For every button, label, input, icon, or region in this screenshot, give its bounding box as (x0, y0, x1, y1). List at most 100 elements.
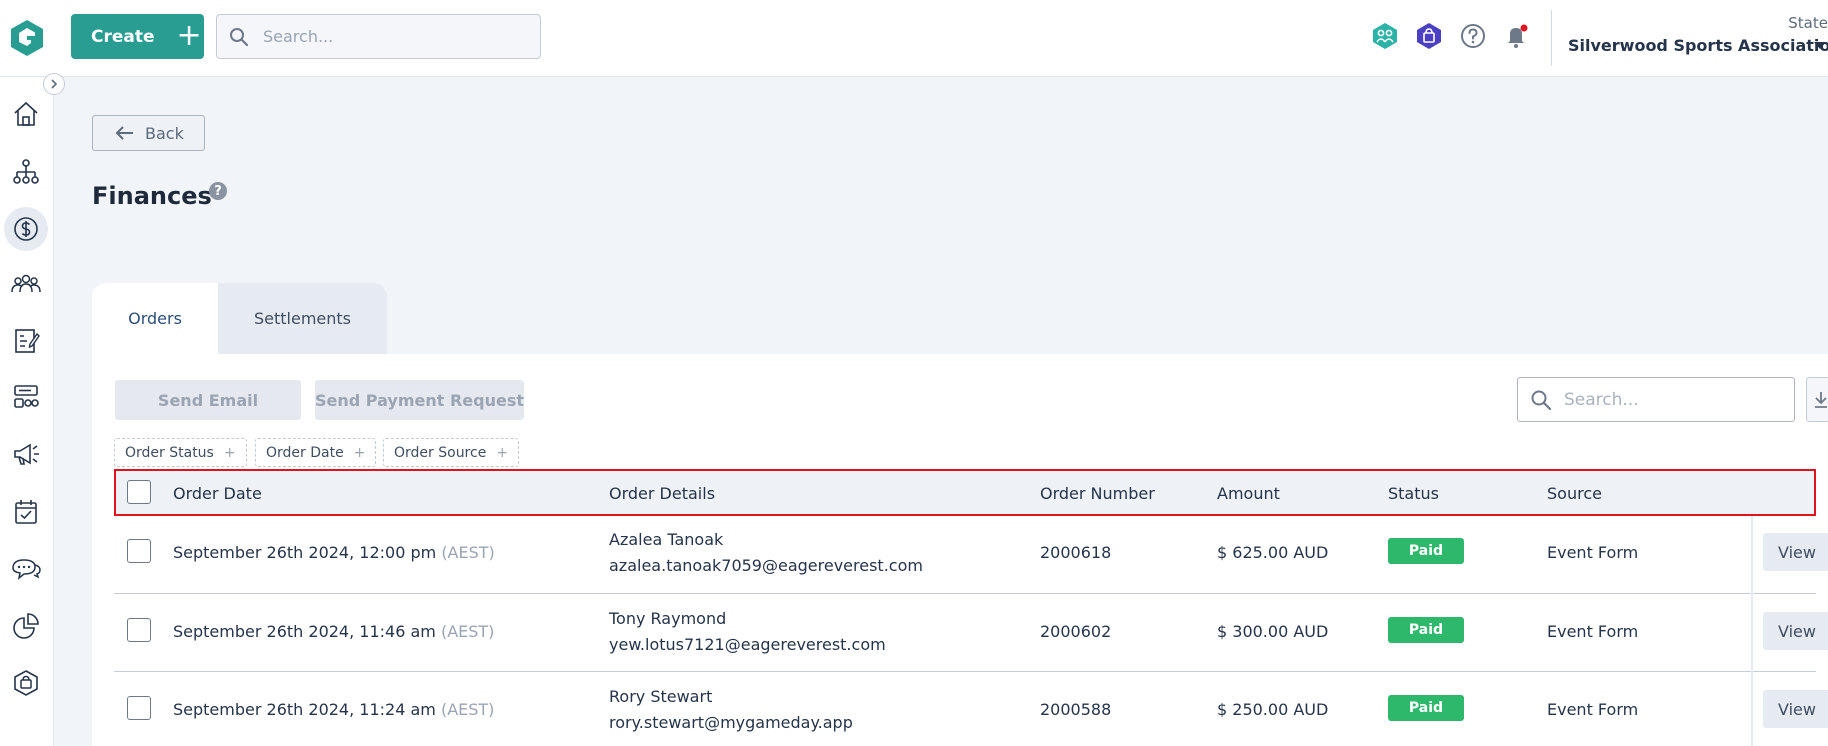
orders-search[interactable] (1517, 377, 1795, 422)
order-source: Event Form (1547, 622, 1639, 641)
teams-icon[interactable] (1370, 21, 1400, 51)
customer-email: azalea.tanoak7059@eagereverest.com (609, 556, 923, 575)
competitions-icon[interactable] (4, 375, 48, 419)
order-amount: $ 300.00 AUD (1217, 622, 1329, 641)
orders-search-input[interactable] (1564, 389, 1784, 410)
help-glyph: ? (214, 183, 222, 199)
select-all-checkbox[interactable] (127, 480, 151, 504)
view-button[interactable]: View (1763, 533, 1828, 571)
sidebar-expand-button[interactable] (43, 73, 65, 95)
column-amount[interactable]: Amount (1217, 484, 1280, 503)
plus-icon: + (176, 17, 202, 53)
finance-tabs: Orders Settlements (92, 283, 387, 354)
plus-icon: + (496, 444, 509, 461)
help-circle-icon[interactable]: ? (209, 182, 227, 200)
order-source: Event Form (1547, 700, 1639, 719)
order-date-text: September 26th 2024, 11:24 am (173, 700, 436, 719)
create-button[interactable]: Create + (71, 14, 204, 59)
customer-email: rory.stewart@mygameday.app (609, 713, 853, 732)
order-date-text: September 26th 2024, 11:46 am (173, 622, 436, 641)
bell-icon[interactable] (1502, 21, 1532, 51)
column-order-number[interactable]: Order Number (1040, 484, 1155, 503)
sidebar (0, 77, 54, 746)
chat-icon[interactable] (4, 547, 48, 591)
download-button[interactable] (1806, 377, 1828, 422)
download-icon (1815, 391, 1827, 408)
table-row: September 26th 2024, 11:24 am (AEST) Ror… (114, 672, 1828, 746)
arrow-left-icon (115, 126, 133, 140)
customer-name: Rory Stewart (609, 687, 713, 706)
filter-label: Order Status (125, 444, 214, 461)
search-icon (1531, 390, 1552, 410)
customer-name: Azalea Tanoak (609, 530, 724, 549)
order-amount: $ 625.00 AUD (1217, 543, 1329, 562)
megaphone-icon[interactable] (4, 432, 48, 476)
pie-chart-icon[interactable] (4, 604, 48, 648)
org-chart-icon[interactable] (4, 150, 48, 194)
header-divider (1551, 10, 1552, 66)
row-checkbox[interactable] (127, 539, 151, 563)
header-icons (1370, 21, 1532, 51)
column-order-date[interactable]: Order Date (173, 484, 262, 503)
shop-bag-icon[interactable] (1414, 21, 1444, 51)
global-search[interactable] (216, 14, 541, 59)
filter-order-date[interactable]: Order Date + (255, 438, 377, 467)
timezone: (AEST) (440, 622, 495, 641)
send-payment-request-button[interactable]: Send Payment Request (315, 380, 524, 420)
plus-icon: + (223, 444, 236, 461)
calendar-icon[interactable] (4, 490, 48, 534)
tab-orders[interactable]: Orders (92, 283, 218, 354)
row-checkbox[interactable] (127, 696, 151, 720)
view-button[interactable]: View (1763, 612, 1828, 650)
plus-icon: + (353, 444, 366, 461)
back-button[interactable]: Back (92, 115, 205, 151)
order-number: 2000618 (1040, 543, 1112, 562)
order-date: September 26th 2024, 11:46 am (AEST) (173, 622, 494, 641)
app-logo[interactable] (8, 18, 46, 58)
order-date: September 26th 2024, 11:24 am (AEST) (173, 700, 494, 719)
back-label: Back (145, 123, 184, 143)
status-badge: Paid (1388, 538, 1464, 564)
column-order-details[interactable]: Order Details (609, 484, 715, 503)
filter-order-status[interactable]: Order Status + (114, 438, 247, 467)
order-number: 2000602 (1040, 622, 1112, 641)
org-switcher[interactable]: Silverwood Sports Association (1568, 36, 1828, 55)
filter-label: Order Date (266, 444, 344, 461)
home-icon[interactable] (4, 92, 48, 136)
table-header: Order Date Order Details Order Number Am… (114, 469, 1816, 516)
create-label: Create (91, 26, 155, 47)
order-number: 2000588 (1040, 700, 1112, 719)
sticky-column-divider (1751, 516, 1753, 746)
dollar-icon[interactable] (4, 207, 48, 251)
order-source: Event Form (1547, 543, 1639, 562)
chevron-right-icon (51, 79, 58, 89)
shop-icon[interactable] (4, 661, 48, 705)
page-title: Finances (92, 182, 212, 210)
people-icon[interactable] (4, 263, 48, 307)
search-icon (230, 27, 249, 46)
send-email-button[interactable]: Send Email (115, 380, 301, 420)
tab-settlements[interactable]: Settlements (218, 283, 387, 354)
filter-label: Order Source (394, 444, 487, 461)
global-search-input[interactable] (263, 27, 523, 46)
status-badge: Paid (1388, 617, 1464, 643)
column-source[interactable]: Source (1547, 484, 1602, 503)
view-button[interactable]: View (1763, 690, 1828, 728)
filter-order-source[interactable]: Order Source + (383, 438, 520, 467)
help-icon[interactable] (1458, 21, 1488, 51)
column-status[interactable]: Status (1388, 484, 1439, 503)
timezone: (AEST) (440, 700, 495, 719)
order-amount: $ 250.00 AUD (1217, 700, 1329, 719)
order-date-text: September 26th 2024, 12:00 pm (173, 543, 437, 562)
table-row: September 26th 2024, 12:00 pm (AEST) Aza… (114, 516, 1828, 594)
order-date: September 26th 2024, 12:00 pm (AEST) (173, 543, 495, 562)
org-state-label: State (1788, 14, 1828, 32)
top-bar: Create + Search... State Silverwood Spor… (0, 0, 1828, 77)
timezone: (AEST) (441, 543, 495, 562)
form-icon[interactable] (4, 319, 48, 363)
customer-email: yew.lotus7121@eagereverest.com (609, 635, 886, 654)
customer-name: Tony Raymond (609, 609, 727, 628)
row-checkbox[interactable] (127, 618, 151, 642)
caret-down-icon[interactable] (1814, 42, 1826, 49)
status-badge: Paid (1388, 695, 1464, 721)
